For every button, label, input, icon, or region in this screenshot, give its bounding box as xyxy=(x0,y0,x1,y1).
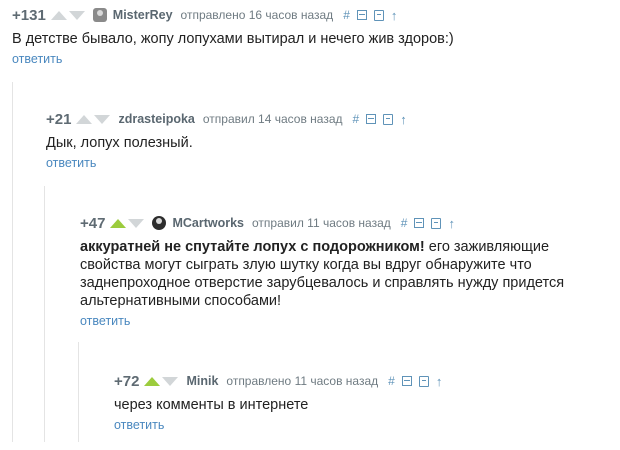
downvote-icon[interactable] xyxy=(162,376,179,386)
collapse-icon[interactable] xyxy=(401,376,412,386)
parent-arrow-icon[interactable]: ↑ xyxy=(391,8,398,23)
comment-header: +72 Minik отправлено 11 часов назад # ↑ xyxy=(114,370,610,392)
comment-rating: +131 xyxy=(12,6,46,24)
comment-author[interactable]: Minik xyxy=(186,374,218,388)
permalink-icon[interactable]: # xyxy=(353,112,360,126)
comment-header: +47 MCartworks отправил 11 часов назад #… xyxy=(80,212,610,234)
downvote-icon[interactable] xyxy=(68,10,85,20)
downvote-icon[interactable] xyxy=(128,218,145,228)
comment-timestamp: отправлено 11 часов назад xyxy=(226,374,379,388)
upvote-icon[interactable] xyxy=(110,218,127,228)
comment-header: +21 zdrasteipoka отправил 14 часов назад… xyxy=(46,108,612,130)
comment-rating: +47 xyxy=(80,214,106,232)
upvote-icon[interactable] xyxy=(144,376,161,386)
collapse-icon[interactable] xyxy=(366,114,377,124)
comment-timestamp: отправлено 16 часов назад xyxy=(180,8,334,22)
comment-author[interactable]: MCartworks xyxy=(172,216,244,230)
reply-link[interactable]: ответить xyxy=(46,156,96,170)
permalink-icon[interactable]: # xyxy=(401,216,408,230)
comment: +21 zdrasteipoka отправил 14 часов назад… xyxy=(46,108,612,172)
parent-arrow-icon[interactable]: ↑ xyxy=(400,112,407,127)
save-icon[interactable] xyxy=(431,217,442,229)
save-icon[interactable] xyxy=(418,375,429,387)
comment: +131 MisterRey отправлено 16 часов назад… xyxy=(12,4,612,68)
comment-author[interactable]: zdrasteipoka xyxy=(118,112,194,126)
upvote-icon[interactable] xyxy=(76,114,93,124)
avatar[interactable] xyxy=(152,216,167,230)
permalink-icon[interactable]: # xyxy=(388,374,395,388)
save-icon[interactable] xyxy=(383,113,394,125)
comment-timestamp: отправил 14 часов назад xyxy=(202,112,343,126)
comment-text: аккуратней не спутайте лопух с подорожни… xyxy=(80,238,610,310)
comment-author[interactable]: MisterRey xyxy=(113,8,173,22)
reply-link[interactable]: ответить xyxy=(80,314,130,328)
parent-arrow-icon[interactable]: ↑ xyxy=(448,216,455,231)
downvote-icon[interactable] xyxy=(94,114,111,124)
comment-text: Дык, лопух полезный. xyxy=(46,135,193,151)
comment-text: через комменты в интернете xyxy=(114,397,309,413)
upvote-icon[interactable] xyxy=(50,10,67,20)
comment-timestamp: отправил 11 часов назад xyxy=(252,216,391,230)
comment-header: +131 MisterRey отправлено 16 часов назад… xyxy=(12,4,612,26)
avatar[interactable] xyxy=(92,8,107,22)
comment: +47 MCartworks отправил 11 часов назад #… xyxy=(80,212,610,330)
comment-text-bold: аккуратней не спутайте лопух с подорожни… xyxy=(80,239,425,255)
reply-link[interactable]: ответить xyxy=(12,52,62,66)
comment: +72 Minik отправлено 11 часов назад # ↑ … xyxy=(114,370,610,434)
parent-arrow-icon[interactable]: ↑ xyxy=(436,374,443,389)
comment-text: В детстве бывало, жопу лопухами вытирал … xyxy=(12,31,454,47)
collapse-icon[interactable] xyxy=(356,10,367,20)
save-icon[interactable] xyxy=(373,9,384,21)
permalink-icon[interactable]: # xyxy=(343,8,350,22)
comment-rating: +21 xyxy=(46,110,72,128)
comment-rating: +72 xyxy=(114,372,140,390)
collapse-icon[interactable] xyxy=(414,218,425,228)
reply-link[interactable]: ответить xyxy=(114,418,164,432)
